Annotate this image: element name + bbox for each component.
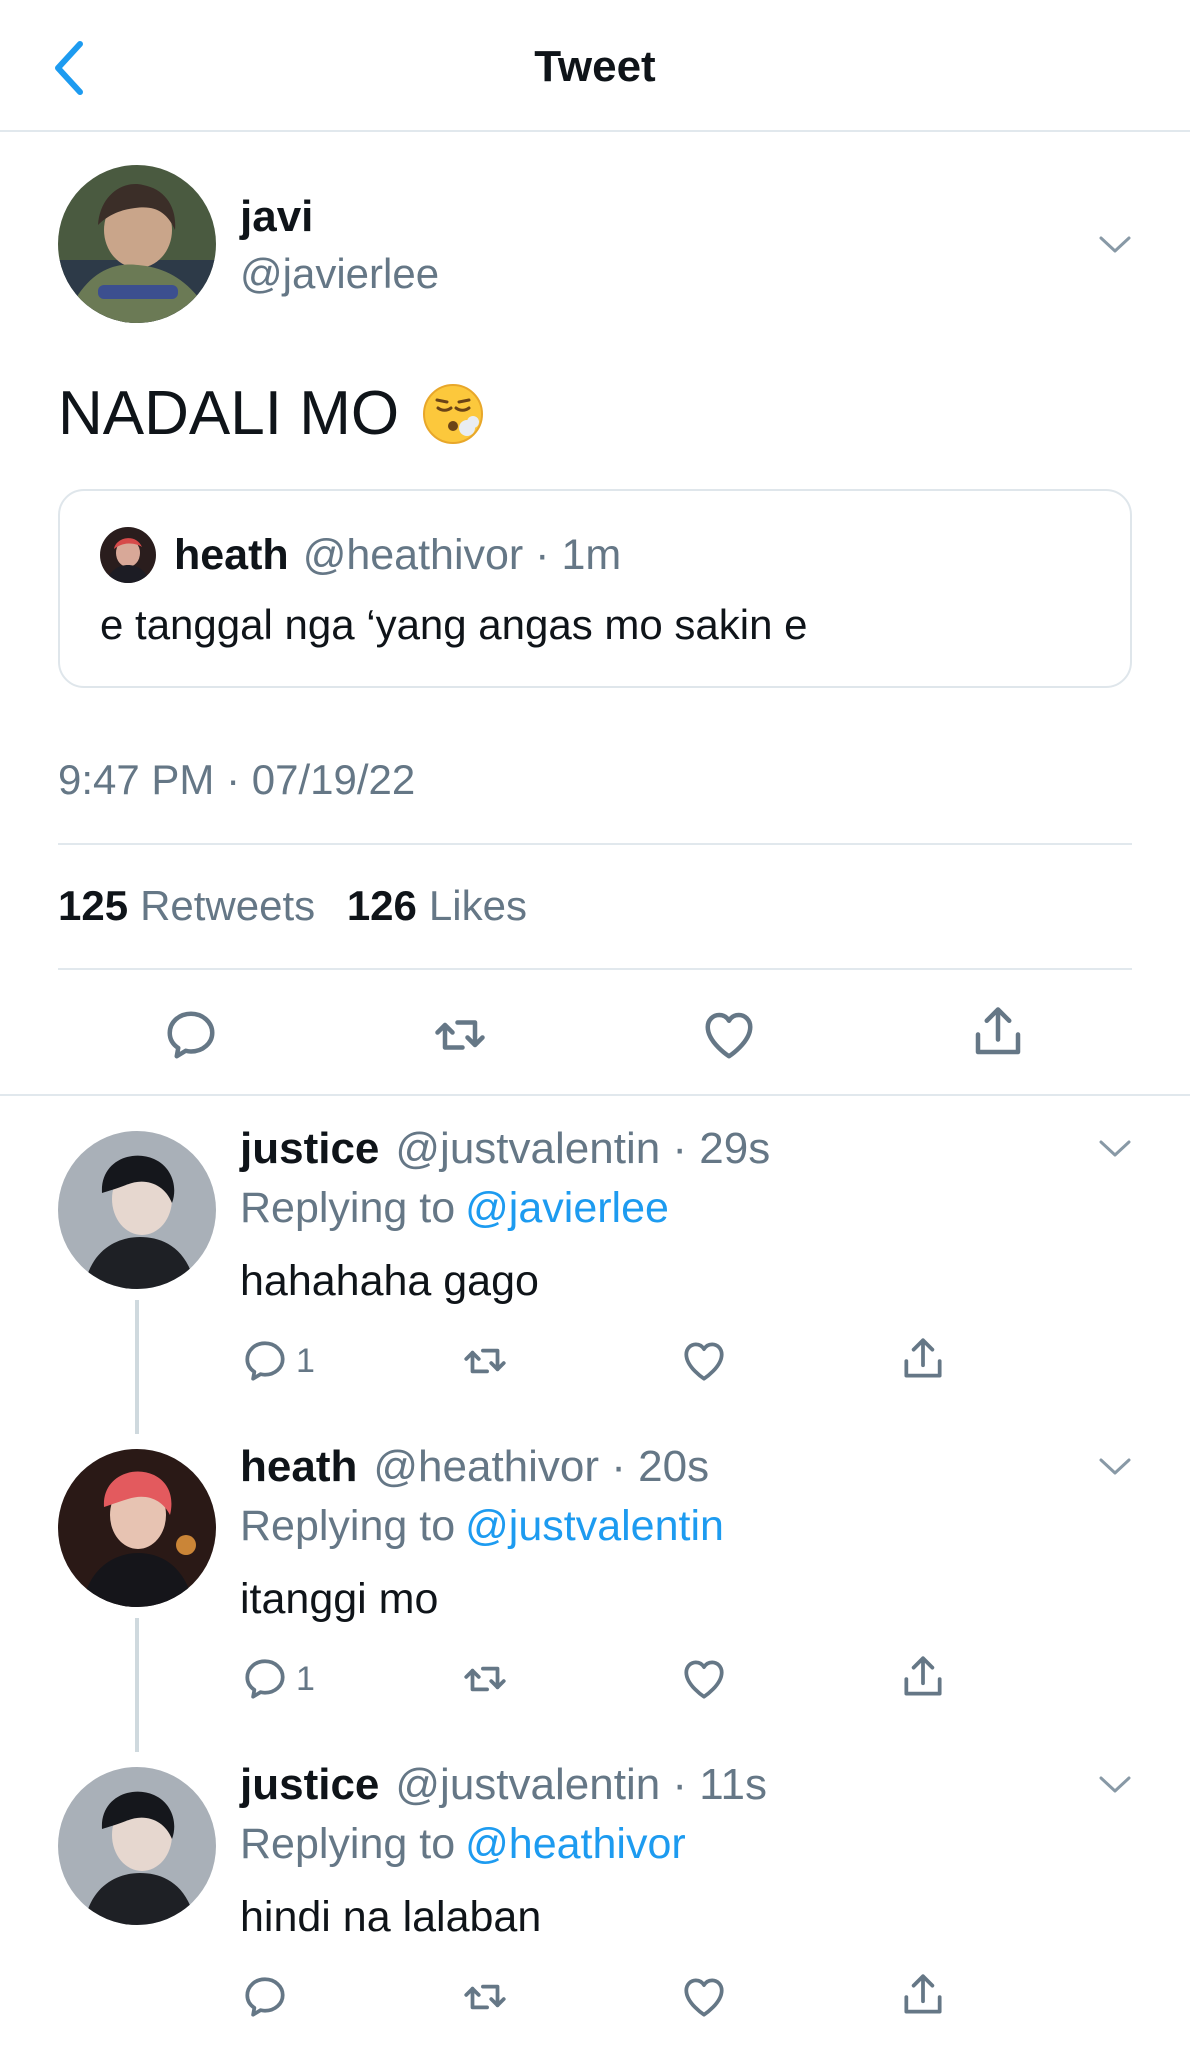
reply-button[interactable] bbox=[240, 1972, 296, 2022]
replying-to: Replying to @javierlee bbox=[240, 1184, 669, 1233]
tweet-body: NADALI MO bbox=[58, 379, 400, 448]
quoted-author-handle: @heathivor · 1m bbox=[302, 530, 622, 579]
author-name[interactable]: javi bbox=[240, 192, 313, 242]
retweets-label: Retweets bbox=[140, 882, 316, 929]
likes-count: 126 bbox=[346, 882, 417, 929]
divider bbox=[58, 968, 1132, 970]
reply-button[interactable] bbox=[161, 1005, 221, 1065]
reply-icon bbox=[161, 1005, 221, 1065]
face-exhaling-emoji-icon bbox=[423, 383, 484, 444]
reply-icon bbox=[240, 1654, 290, 1704]
reply-author: justice @justvalentin · 11s bbox=[240, 1760, 767, 1810]
reply-author-name[interactable]: justice bbox=[240, 1124, 379, 1173]
share-button[interactable] bbox=[968, 1002, 1028, 1062]
replying-to-label: Replying to bbox=[240, 1184, 456, 1232]
replying-to-link[interactable]: @heathivor bbox=[465, 1820, 686, 1868]
retweet-icon bbox=[460, 1336, 510, 1386]
likes-stat[interactable]: 126 Likes bbox=[347, 882, 547, 929]
retweets-count: 125 bbox=[58, 882, 129, 929]
replying-to-link[interactable]: @javierlee bbox=[465, 1184, 669, 1232]
retweet-icon bbox=[430, 1005, 490, 1065]
avatar-justice[interactable] bbox=[58, 1131, 216, 1289]
reply-count: 1 bbox=[296, 1659, 315, 1698]
reply-text: hahahaha gago bbox=[240, 1257, 539, 1305]
likes-label: Likes bbox=[428, 882, 527, 929]
heart-icon bbox=[679, 1654, 729, 1704]
quoted-tweet-text: e tanggal nga ‘yang angas mo sakin e bbox=[100, 601, 808, 648]
like-button[interactable] bbox=[699, 1005, 759, 1065]
share-icon bbox=[898, 1652, 948, 1702]
quoted-author-name: heath bbox=[174, 530, 289, 579]
section-divider bbox=[0, 1094, 1190, 1096]
share-button[interactable] bbox=[898, 1970, 948, 2020]
like-button[interactable] bbox=[679, 1972, 729, 2022]
reply-author: justice @justvalentin · 29s bbox=[240, 1124, 770, 1174]
quoted-tweet-header: heath @heathivor · 1m bbox=[100, 527, 621, 583]
reply-button[interactable]: 1 bbox=[240, 1654, 315, 1704]
replying-to-label: Replying to bbox=[240, 1502, 456, 1550]
reply-author-name[interactable]: heath bbox=[240, 1442, 357, 1491]
heart-icon bbox=[679, 1336, 729, 1386]
reply-icon bbox=[240, 1972, 290, 2022]
replying-to: Replying to @heathivor bbox=[240, 1820, 686, 1869]
reply-button[interactable]: 1 bbox=[240, 1336, 315, 1386]
chevron-down-icon[interactable] bbox=[1097, 1454, 1133, 1478]
quoted-avatar bbox=[100, 527, 156, 583]
like-button[interactable] bbox=[679, 1654, 729, 1704]
quoted-tweet[interactable]: heath @heathivor · 1m e tanggal nga ‘yan… bbox=[58, 489, 1132, 688]
page-title: Tweet bbox=[534, 42, 656, 91]
retweet-button[interactable] bbox=[430, 1005, 490, 1065]
reply-count: 1 bbox=[296, 1341, 315, 1380]
chevron-down-icon[interactable] bbox=[1097, 1136, 1133, 1160]
retweet-icon bbox=[460, 1654, 510, 1704]
avatar-justice[interactable] bbox=[58, 1767, 216, 1925]
heart-icon bbox=[699, 1005, 759, 1065]
share-icon bbox=[898, 1334, 948, 1384]
divider bbox=[58, 843, 1132, 845]
tweet-timestamp: 9:47 PM · 07/19/22 bbox=[58, 756, 416, 803]
reply-author-handle[interactable]: @justvalentin · 11s bbox=[395, 1760, 767, 1809]
tweet-text: NADALI MO 😮‍💨 bbox=[58, 378, 485, 449]
retweet-button[interactable] bbox=[460, 1972, 510, 2022]
replying-to-label: Replying to bbox=[240, 1820, 456, 1868]
replying-to-link[interactable]: @justvalentin bbox=[465, 1502, 724, 1550]
reply-author: heath @heathivor · 20s bbox=[240, 1442, 709, 1492]
top-bar: Tweet bbox=[0, 0, 1190, 132]
retweets-stat[interactable]: 125 Retweets bbox=[58, 882, 335, 929]
share-button[interactable] bbox=[898, 1652, 948, 1702]
share-button[interactable] bbox=[898, 1334, 948, 1384]
reply-author-handle[interactable]: @heathivor · 20s bbox=[373, 1442, 709, 1491]
reply-text: hindi na lalaban bbox=[240, 1893, 542, 1941]
reply-text: itanggi mo bbox=[240, 1575, 439, 1623]
chevron-down-icon[interactable] bbox=[1097, 1772, 1133, 1796]
tweet-stats: 125 Retweets 126 Likes bbox=[58, 882, 547, 930]
retweet-button[interactable] bbox=[460, 1336, 510, 1386]
share-icon bbox=[968, 1002, 1028, 1062]
reply-icon bbox=[240, 1336, 290, 1386]
share-icon bbox=[898, 1970, 948, 2020]
thread-line bbox=[135, 1618, 139, 1752]
thread-line bbox=[135, 1300, 139, 1434]
reply-author-handle[interactable]: @justvalentin · 29s bbox=[395, 1124, 770, 1173]
avatar-javi[interactable] bbox=[58, 165, 216, 323]
like-button[interactable] bbox=[679, 1336, 729, 1386]
avatar-heath[interactable] bbox=[58, 1449, 216, 1607]
reply-author-name[interactable]: justice bbox=[240, 1760, 379, 1809]
heart-icon bbox=[679, 1972, 729, 2022]
retweet-icon bbox=[460, 1972, 510, 2022]
retweet-button[interactable] bbox=[460, 1654, 510, 1704]
replying-to: Replying to @justvalentin bbox=[240, 1502, 724, 1551]
chevron-down-icon[interactable] bbox=[1097, 232, 1133, 256]
author-handle[interactable]: @javierlee bbox=[240, 250, 439, 298]
